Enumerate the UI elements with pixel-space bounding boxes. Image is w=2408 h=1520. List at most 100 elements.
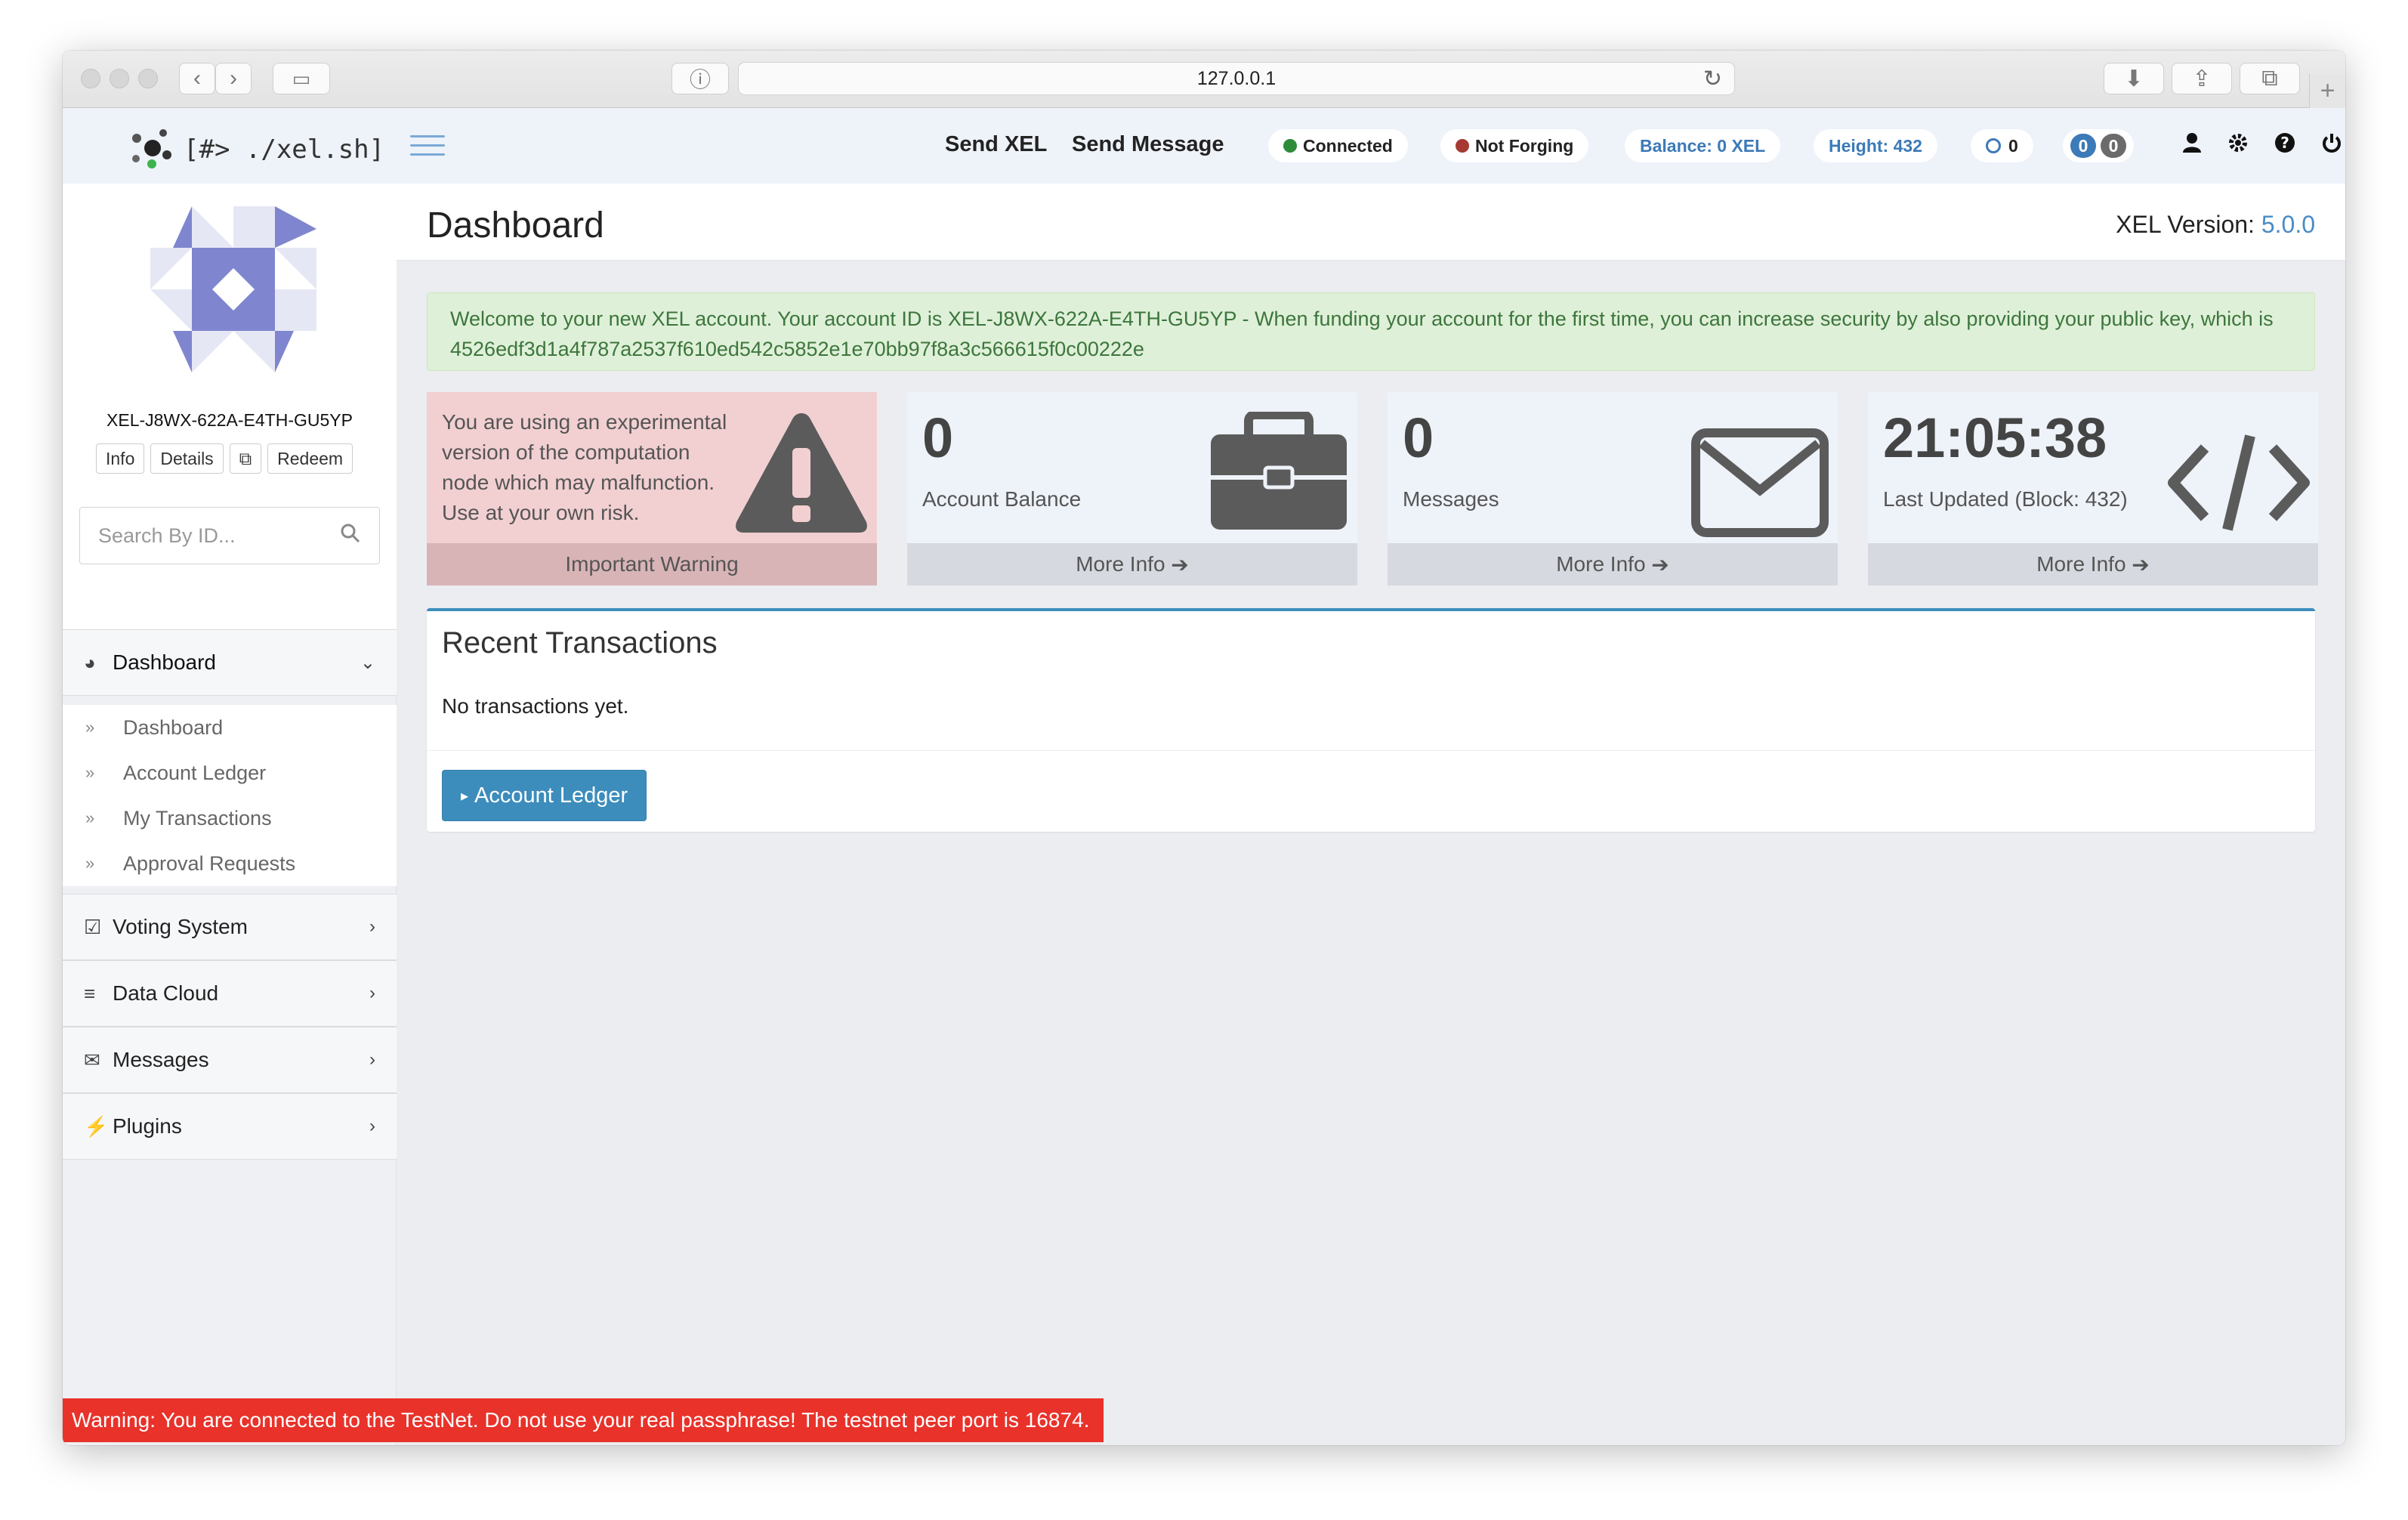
info-button[interactable]: Info	[96, 443, 145, 474]
menu-data-cloud[interactable]: ≡ Data Cloud ›	[63, 960, 397, 1027]
database-icon: ≡	[84, 981, 96, 1005]
info-circle-icon: ⓘ	[689, 68, 711, 91]
divider	[427, 750, 2315, 751]
main-content: Dashboard XEL Version: 5.0.0 Welcome to …	[397, 184, 2345, 1445]
menu-label: Plugins	[113, 1114, 182, 1138]
tabs-icon: ⧉	[2261, 66, 2278, 91]
menu-plugins[interactable]: ⚡ Plugins ›	[63, 1093, 397, 1160]
warning-footer: Important Warning	[427, 543, 877, 585]
pending-count: 0	[2008, 135, 2018, 156]
version-label: XEL Version:	[2116, 211, 2255, 238]
minimize-window-button[interactable]	[110, 69, 129, 88]
double-chevron-icon: »	[85, 808, 95, 827]
power-icon[interactable]	[2321, 132, 2342, 159]
sidebar-item-label: My Transactions	[123, 806, 272, 830]
help-icon[interactable]: ?	[2274, 132, 2295, 159]
balance-box: 0 Account Balance More Info ➔	[907, 392, 1357, 585]
arrow-circle-right-icon: ➔	[1651, 552, 1669, 576]
sidebar-item-label: Account Ledger	[123, 761, 267, 784]
messages-more-info[interactable]: More Info ➔	[1388, 543, 1838, 585]
account-ledger-button[interactable]: ▸ Account Ledger	[442, 770, 647, 821]
code-icon	[2168, 434, 2310, 531]
balance-label: Account Balance	[922, 487, 1082, 511]
version-value: 5.0.0	[2261, 211, 2315, 238]
app-navbar: [#> ./xel.sh] Send XEL Send Message Conn…	[63, 108, 2345, 184]
browser-window: ‹ › ▭ ⓘ 127.0.0.1 ↻ ⬇ ⇪ ⧉ + [#> ./xel.sh…	[63, 51, 2345, 1445]
caret-right-icon: ▸	[461, 787, 469, 805]
new-tab-button[interactable]: +	[2309, 73, 2345, 108]
height-pill[interactable]: Height: 432	[1814, 129, 1937, 162]
menu-dashboard-label: Dashboard	[113, 650, 216, 674]
pending-pill[interactable]: 0	[1971, 129, 2033, 162]
sidebar-item-label: Approval Requests	[123, 851, 296, 875]
privacy-report-button[interactable]: ⓘ	[671, 63, 729, 94]
details-button[interactable]: Details	[150, 443, 224, 474]
welcome-alert: Welcome to your new XEL account. Your ac…	[427, 292, 2315, 371]
forging-status[interactable]: Not Forging	[1440, 129, 1589, 162]
balance-more-info[interactable]: More Info ➔	[907, 543, 1357, 585]
tabs-overview-button[interactable]: ⧉	[2240, 63, 2300, 94]
page-title: Dashboard	[427, 205, 604, 246]
plug-icon: ⚡	[84, 1114, 109, 1138]
menu-messages[interactable]: ✉ Messages ›	[63, 1027, 397, 1093]
more-info-label: More Info	[2036, 552, 2126, 576]
reload-icon[interactable]: ↻	[1703, 66, 1722, 92]
sidebar-item-label: Dashboard	[123, 715, 224, 739]
share-button[interactable]: ⇪	[2172, 63, 2232, 94]
time-value: 21:05:38	[1883, 406, 2107, 469]
account-ledger-label: Account Ledger	[474, 783, 628, 808]
copy-icon[interactable]: ⧉	[229, 443, 262, 474]
checkbox-icon: ☑	[84, 915, 102, 938]
forward-button[interactable]: ›	[215, 63, 252, 94]
connection-status[interactable]: Connected	[1268, 129, 1408, 162]
sidebar-toggle-button[interactable]: ▭	[273, 63, 330, 94]
xel-logo-icon	[131, 129, 173, 170]
zoom-window-button[interactable]	[138, 69, 158, 88]
sidebar-item-dashboard[interactable]: » Dashboard	[63, 705, 397, 750]
connection-status-label: Connected	[1303, 135, 1393, 156]
account-panel: XEL-J8WX-622A-E4TH-GU5YP Info Details ⧉ …	[63, 184, 397, 629]
balance-pill[interactable]: Balance: 0 XEL	[1625, 129, 1781, 162]
chevron-left-icon: ‹	[193, 66, 201, 91]
account-id[interactable]: XEL-J8WX-622A-E4TH-GU5YP	[63, 410, 397, 431]
sidebar: XEL-J8WX-622A-E4TH-GU5YP Info Details ⧉ …	[63, 184, 397, 1445]
recent-transactions-panel: Recent Transactions No transactions yet.…	[427, 608, 2315, 832]
browser-toolbar: ‹ › ▭ ⓘ 127.0.0.1 ↻ ⬇ ⇪ ⧉ +	[63, 51, 2345, 108]
app-logo[interactable]: [#> ./xel.sh]	[131, 129, 384, 170]
redeem-button[interactable]: Redeem	[267, 443, 353, 474]
menu-label: Data Cloud	[113, 981, 219, 1005]
more-info-label: More Info	[1556, 552, 1646, 576]
arrow-circle-right-icon: ➔	[1171, 552, 1189, 576]
downloads-button[interactable]: ⬇	[2104, 63, 2164, 94]
menu-toggle-button[interactable]	[410, 135, 445, 158]
menu-dashboard[interactable]: ◕ Dashboard ⌄	[63, 629, 397, 696]
time-more-info[interactable]: More Info ➔	[1868, 543, 2318, 585]
send-xel-link[interactable]: Send XEL	[945, 132, 1047, 157]
close-window-button[interactable]	[81, 69, 100, 88]
share-icon: ⇪	[2192, 66, 2212, 91]
menu-voting-system[interactable]: ☑ Voting System ›	[63, 894, 397, 960]
account-buttons: Info Details ⧉ Redeem	[96, 443, 353, 474]
search-icon[interactable]	[340, 523, 361, 549]
send-message-link[interactable]: Send Message	[1072, 132, 1224, 157]
warning-text: You are using an experimental version of…	[442, 410, 727, 524]
search-input[interactable]: Search By ID...	[79, 507, 380, 564]
sidebar-item-account-ledger[interactable]: » Account Ledger	[63, 750, 397, 796]
address-bar[interactable]: 127.0.0.1 ↻	[738, 62, 1735, 95]
logo-text: [#> ./xel.sh]	[184, 134, 385, 165]
envelope-icon	[1691, 428, 1829, 537]
sidebar-icon: ▭	[292, 66, 311, 90]
user-icon[interactable]	[2182, 132, 2202, 159]
notification-badges[interactable]: 0 0	[2063, 129, 2134, 162]
balance-value: 0	[922, 406, 954, 469]
messages-value: 0	[1403, 406, 1434, 469]
sidebar-item-my-transactions[interactable]: » My Transactions	[63, 796, 397, 841]
url-text: 127.0.0.1	[1196, 67, 1277, 89]
gear-icon[interactable]	[2227, 132, 2249, 159]
back-button[interactable]: ‹	[179, 63, 215, 94]
chevron-right-icon: ›	[369, 1049, 375, 1070]
status-dot-icon	[1283, 139, 1297, 153]
envelope-icon: ✉	[84, 1048, 100, 1071]
badge-gray: 0	[2101, 134, 2126, 158]
sidebar-item-approval-requests[interactable]: » Approval Requests	[63, 841, 397, 886]
